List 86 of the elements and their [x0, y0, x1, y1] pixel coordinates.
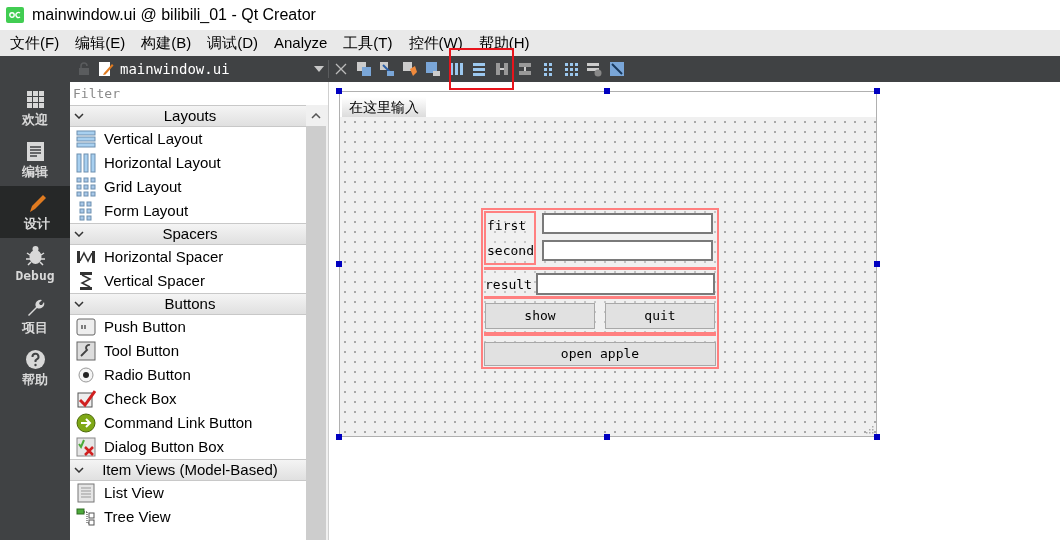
resize-handle[interactable]: [874, 88, 880, 94]
menu-item[interactable]: Analyze: [266, 31, 336, 55]
chevron-down-icon: [74, 301, 84, 307]
resize-handle[interactable]: [604, 434, 610, 440]
vertical-layout-icon: [76, 129, 96, 149]
grid-layout-icon: [76, 177, 96, 197]
widget-item[interactable]: Vertical Spacer: [70, 269, 306, 293]
widget-item[interactable]: Dialog Button Box: [70, 435, 306, 459]
mode-button[interactable]: 项目: [0, 290, 70, 342]
category-header[interactable]: Spacers: [70, 223, 306, 245]
push-button[interactable]: show: [485, 302, 595, 329]
list-icon: [76, 483, 96, 503]
resize-handle[interactable]: [874, 434, 880, 440]
chevron-down-icon: [74, 467, 84, 473]
text-input[interactable]: [542, 213, 713, 234]
text-input[interactable]: [542, 240, 713, 261]
question-icon: [24, 349, 46, 370]
splitter-vertical-icon[interactable]: [517, 61, 533, 77]
window-title: mainwindow.ui @ bilibili_01 - Qt Creator: [32, 5, 316, 25]
horizontal-layout-icon[interactable]: [448, 61, 464, 77]
menu-entry[interactable]: 在这里输入: [342, 97, 426, 117]
tree-icon: [76, 507, 96, 527]
resize-handle[interactable]: [336, 261, 342, 267]
menu-item[interactable]: 编辑(E): [67, 31, 134, 55]
scrollbar[interactable]: [306, 105, 326, 540]
category-header[interactable]: Buttons: [70, 293, 306, 315]
push-button[interactable]: quit: [605, 302, 715, 329]
file-name[interactable]: mainwindow.ui: [120, 58, 230, 80]
bug-icon: [24, 245, 46, 266]
vertical-layout-icon[interactable]: [471, 61, 487, 77]
push-button[interactable]: open apple: [484, 341, 716, 366]
document-pencil-icon: [98, 61, 114, 77]
menu-item[interactable]: 文件(F): [2, 31, 68, 55]
mode-button[interactable]: 编辑: [0, 134, 70, 186]
radio-icon: [76, 365, 96, 385]
grid-layout-icon[interactable]: [563, 61, 579, 77]
widget-item[interactable]: Push Button: [70, 315, 306, 339]
widget-item[interactable]: Vertical Layout: [70, 127, 306, 151]
checkbox-icon: [76, 389, 96, 409]
app-logo-icon: [6, 7, 24, 23]
check-cross-icon: [76, 437, 96, 457]
widget-item[interactable]: Horizontal Spacer: [70, 245, 306, 269]
widget-item[interactable]: Command Link Button: [70, 411, 306, 435]
menu-item[interactable]: 工具(T): [335, 31, 401, 55]
tab-order-icon[interactable]: [425, 61, 441, 77]
field-label: first: [486, 216, 528, 235]
widget-item[interactable]: Grid Layout: [70, 175, 306, 199]
widget-item[interactable]: Horizontal Layout: [70, 151, 306, 175]
resize-handle[interactable]: [874, 261, 880, 267]
widget-item[interactable]: Radio Button: [70, 363, 306, 387]
chevron-down-icon: [74, 231, 84, 237]
widget-item[interactable]: Tree View: [70, 505, 306, 529]
resize-handle[interactable]: [336, 88, 342, 94]
size-grip-icon[interactable]: [864, 424, 874, 434]
field-label: result: [484, 275, 532, 294]
category-header[interactable]: Item Views (Model-Based): [70, 459, 306, 481]
widget-edit-icon[interactable]: [356, 61, 372, 77]
mode-button[interactable]: Debug: [0, 238, 70, 290]
menu-item[interactable]: 控件(W): [400, 31, 471, 55]
document-icon: [24, 141, 46, 162]
scroll-up-icon[interactable]: [311, 112, 321, 119]
adjust-size-icon[interactable]: [609, 61, 625, 77]
horizontal-layout-icon: [76, 153, 96, 173]
widget-item[interactable]: List View: [70, 481, 306, 505]
grid-icon: [24, 89, 46, 110]
text-input[interactable]: [535, 273, 715, 296]
splitter-horizontal-icon[interactable]: [494, 61, 510, 77]
widget-item[interactable]: Tool Button: [70, 339, 306, 363]
break-layout-icon[interactable]: [586, 61, 602, 77]
widget-item[interactable]: Form Layout: [70, 199, 306, 223]
chevron-down-icon: [74, 113, 84, 119]
widget-item[interactable]: Check Box: [70, 387, 306, 411]
menu-item[interactable]: 构建(B): [133, 31, 200, 55]
field-label: second: [486, 241, 534, 260]
arrow-circle-icon: [76, 413, 96, 433]
category-header[interactable]: Layouts: [70, 105, 306, 127]
mode-button[interactable]: 欢迎: [0, 82, 70, 134]
resize-handle[interactable]: [604, 88, 610, 94]
resize-handle[interactable]: [336, 434, 342, 440]
mode-button[interactable]: 帮助: [0, 342, 70, 394]
signal-slot-icon[interactable]: [379, 61, 395, 77]
dropdown-caret-icon[interactable]: [314, 66, 324, 72]
menu-item[interactable]: 调试(D): [199, 31, 266, 55]
close-icon[interactable]: [333, 61, 349, 77]
buddy-icon[interactable]: [402, 61, 418, 77]
mode-button[interactable]: 设计: [0, 186, 70, 238]
